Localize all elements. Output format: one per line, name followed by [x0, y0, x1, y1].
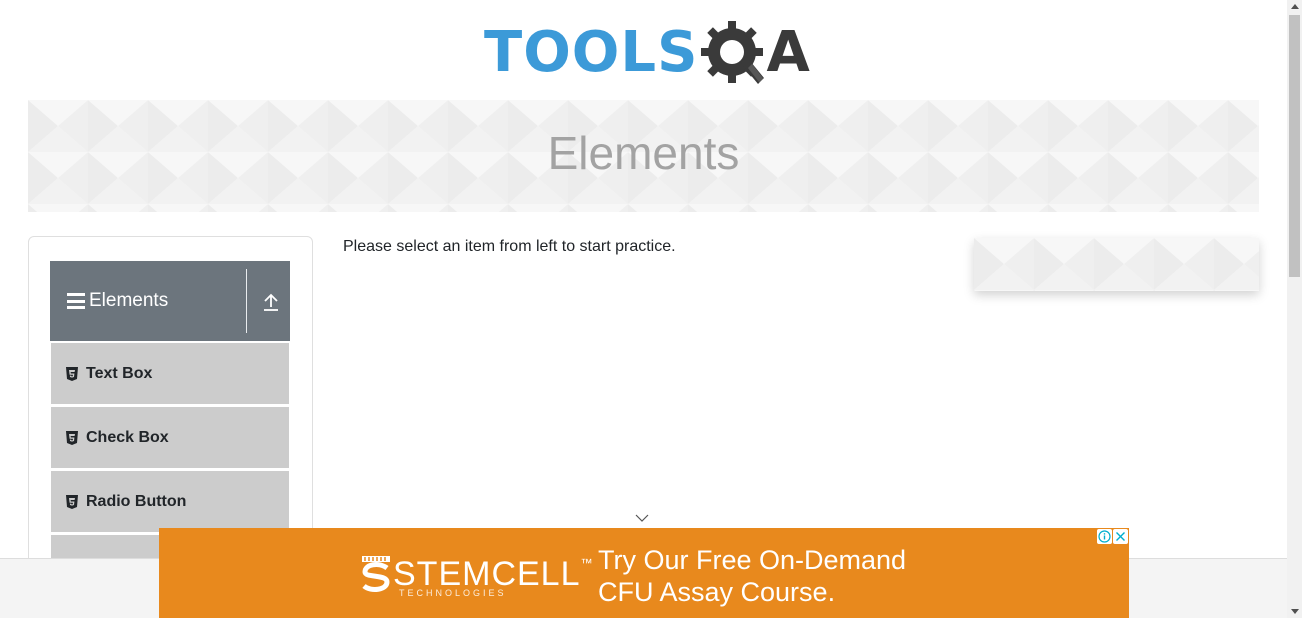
- page-title: Elements: [547, 127, 740, 179]
- ad-pattern: [974, 238, 1259, 291]
- toolsqa-logo[interactable]: TOOLS A: [484, 14, 810, 92]
- ad-line-2: CFU Assay Course.: [598, 577, 836, 607]
- sidebar-item-check-box[interactable]: Check Box: [51, 406, 289, 468]
- right-ad-slot[interactable]: [974, 238, 1259, 291]
- logo-text-tools: TOOLS: [484, 20, 699, 85]
- ad-line-1: Try Our Free On-Demand: [598, 545, 907, 575]
- page-scrollbar[interactable]: [1287, 0, 1302, 618]
- hamburger-icon: [67, 293, 85, 309]
- html5-icon: [66, 366, 78, 381]
- scroll-up-arrow-icon[interactable]: [1291, 4, 1299, 9]
- sidebar-item-label: Check Box: [86, 428, 169, 446]
- bottom-ad-banner[interactable]: STEMCELL ™ TECHNOLOGIES Try Our Free On-…: [159, 528, 1129, 618]
- ad-brand-name: STEMCELL: [393, 555, 581, 593]
- logo-text-a: A: [766, 20, 810, 85]
- ad-close-icon[interactable]: [1113, 529, 1128, 544]
- sidebar-item-radio-button[interactable]: Radio Button: [51, 470, 289, 532]
- sidebar-item-text-box[interactable]: Text Box: [51, 342, 289, 404]
- stemcell-logo: STEMCELL ™ TECHNOLOGIES: [359, 554, 593, 598]
- ad-brand-sub: TECHNOLOGIES: [399, 588, 507, 598]
- stemcell-mark-icon: [362, 556, 390, 592]
- upload-arrow-icon[interactable]: [260, 291, 282, 313]
- html5-icon: [66, 494, 78, 509]
- html5-icon: [66, 430, 78, 445]
- sidebar-group-label: Elements: [89, 290, 169, 311]
- gear-magnifier-icon: [700, 18, 770, 88]
- practice-instruction: Please select an item from left to start…: [343, 238, 676, 255]
- sidebar-group-elements[interactable]: Elements: [50, 261, 290, 341]
- ad-brand-tm: ™: [580, 556, 593, 570]
- ad-info-icon[interactable]: [1097, 529, 1112, 544]
- group-header-divider: [246, 269, 247, 333]
- ad-headline: Try Our Free On-Demand CFU Assay Course.: [598, 544, 906, 608]
- sidebar-item-label: Text Box: [86, 364, 153, 382]
- page-banner: Elements: [28, 100, 1259, 212]
- scrollbar-thumb[interactable]: [1289, 15, 1300, 277]
- sidebar-item-label: Radio Button: [86, 492, 187, 510]
- scroll-down-arrow-icon[interactable]: [1291, 609, 1299, 614]
- chevron-down-icon[interactable]: [635, 510, 649, 522]
